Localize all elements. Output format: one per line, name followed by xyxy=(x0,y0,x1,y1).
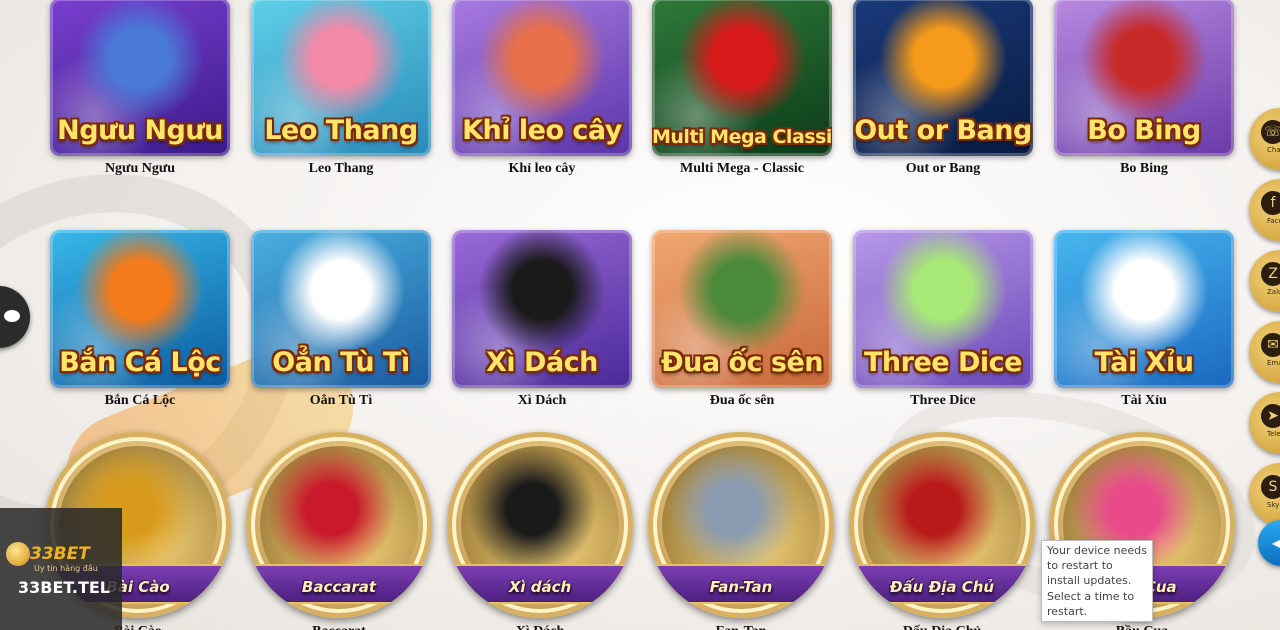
game-card[interactable]: Bắn Cá Lộc Bắn Cá Lộc xyxy=(50,230,230,411)
contact-email-button[interactable]: ✉ Email xyxy=(1249,321,1280,383)
telegram-icon: ➤ xyxy=(1261,404,1280,428)
contact-label: Chat xyxy=(1267,146,1280,154)
game-caption[interactable]: Tài Xỉu xyxy=(1054,393,1234,411)
contact-label: Skype xyxy=(1267,501,1280,509)
game-card[interactable]: Leo Thang Leo Thang xyxy=(251,0,431,179)
game-caption[interactable]: Đua ốc sên xyxy=(652,393,832,411)
game-card[interactable]: Oẳn Tù Tì Oẳn Tù Tì xyxy=(251,230,431,411)
game-thumbnail[interactable]: Three Dice xyxy=(853,230,1033,388)
logo-brand: 33BET xyxy=(30,544,90,564)
collapse-sidebar-button[interactable]: ◀ xyxy=(1258,520,1280,566)
game-title: Baccarat xyxy=(301,578,377,596)
game-title: Three Dice xyxy=(864,347,1022,378)
game-caption[interactable]: Fan-Tan xyxy=(648,624,834,630)
game-round-thumbnail[interactable]: Baccarat xyxy=(246,432,432,618)
site-logo: 33BET Uy tín hàng đầu 33BET.TEL xyxy=(0,508,122,630)
game-caption[interactable]: Khỉ leo cây xyxy=(452,161,632,179)
game-caption[interactable]: Đấu Địa Chủ xyxy=(849,624,1035,630)
contact-label: Zalo xyxy=(1267,288,1280,296)
game-thumbnail[interactable]: Ngưu Ngưu xyxy=(50,0,230,156)
game-caption[interactable]: Xì Dách xyxy=(452,393,632,411)
game-title: Bo Bing xyxy=(1087,115,1201,146)
game-caption[interactable]: Baccarat xyxy=(246,624,432,630)
game-title: Xì Dách xyxy=(486,347,598,378)
contact-chat-button[interactable]: ☏ Chat xyxy=(1249,108,1280,170)
game-title: Đua ốc sên xyxy=(660,347,824,378)
game-card[interactable]: Ngưu Ngưu Ngưu Ngưu xyxy=(50,0,230,179)
game-round-thumbnail[interactable]: Đấu Địa Chủ xyxy=(849,432,1035,618)
game-card[interactable]: Bo Bing Bo Bing xyxy=(1054,0,1234,179)
game-title: Bắn Cá Lộc xyxy=(59,347,221,378)
game-title: Tài Xỉu xyxy=(1094,347,1194,378)
notification-message: Your device needs to restart to install … xyxy=(1047,544,1147,587)
game-thumbnail[interactable]: Oẳn Tù Tì xyxy=(251,230,431,388)
contact-label: Email xyxy=(1267,359,1280,367)
facebook-icon: f xyxy=(1261,191,1280,215)
game-thumbnail[interactable]: Bắn Cá Lộc xyxy=(50,230,230,388)
game-caption[interactable]: Multi Mega - Classic xyxy=(652,161,832,179)
game-caption[interactable]: Ngưu Ngưu xyxy=(50,161,230,179)
game-caption[interactable]: Xì Dách xyxy=(447,624,633,630)
game-caption[interactable]: Leo Thang xyxy=(251,161,431,179)
game-thumbnail[interactable]: Xì Dách xyxy=(452,230,632,388)
game-title: Leo Thang xyxy=(264,115,418,146)
game-title: Khỉ leo cây xyxy=(462,115,622,146)
game-caption[interactable]: Bầu Cua xyxy=(1049,624,1235,630)
zalo-icon: Z xyxy=(1261,262,1280,286)
game-thumbnail[interactable]: Đua ốc sên xyxy=(652,230,832,388)
email-icon: ✉ xyxy=(1261,333,1280,357)
game-card[interactable]: Multi Mega Classic Multi Mega - Classic xyxy=(652,0,832,179)
game-title: Fan-Tan xyxy=(709,578,773,596)
game-thumbnail[interactable]: Khỉ leo cây xyxy=(452,0,632,156)
notification-action: Select a time to restart. xyxy=(1047,590,1135,618)
contact-telegram-button[interactable]: ➤ Telegram xyxy=(1249,392,1280,454)
contact-facebook-button[interactable]: f Facebook xyxy=(1249,179,1280,241)
game-card[interactable]: Khỉ leo cây Khỉ leo cây xyxy=(452,0,632,179)
game-card[interactable]: Đua ốc sên Đua ốc sên xyxy=(652,230,832,411)
contact-label: Facebook xyxy=(1267,217,1280,225)
game-card[interactable]: Xì Dách Xì Dách xyxy=(452,230,632,411)
skype-icon: S xyxy=(1261,475,1280,499)
logo-site: 33BET.TEL xyxy=(18,578,110,597)
game-card[interactable]: Tài Xỉu Tài Xỉu xyxy=(1054,230,1234,411)
game-card[interactable]: Out or Bang Out or Bang xyxy=(853,0,1033,179)
headset-icon: ☏ xyxy=(1261,120,1280,144)
game-caption[interactable]: Out or Bang xyxy=(853,161,1033,179)
coin-icon xyxy=(6,542,30,566)
contact-zalo-button[interactable]: Z Zalo xyxy=(1249,250,1280,312)
game-thumbnail[interactable]: Multi Mega Classic xyxy=(652,0,832,156)
game-card[interactable]: Three Dice Three Dice xyxy=(853,230,1033,411)
chat-bubble-icon xyxy=(4,310,20,322)
chevron-left-icon: ◀ xyxy=(1271,533,1280,552)
logo-tagline: Uy tín hàng đầu xyxy=(34,564,98,573)
game-title: Xì dách xyxy=(508,578,572,596)
game-round-thumbnail[interactable]: Xì dách xyxy=(447,432,633,618)
game-title: Multi Mega Classic xyxy=(652,126,832,148)
game-caption[interactable]: Bo Bing xyxy=(1054,161,1234,179)
game-title: Oẳn Tù Tì xyxy=(272,347,410,378)
game-caption[interactable]: Bắn Cá Lộc xyxy=(50,393,230,411)
game-title: Ngưu Ngưu xyxy=(57,115,223,146)
game-caption[interactable]: Three Dice xyxy=(853,393,1033,411)
contact-label: Telegram xyxy=(1267,430,1280,438)
game-thumbnail[interactable]: Tài Xỉu xyxy=(1054,230,1234,388)
update-notification[interactable]: Your device needs to restart to install … xyxy=(1041,540,1153,622)
game-thumbnail[interactable]: Leo Thang xyxy=(251,0,431,156)
game-caption[interactable]: Oẳn Tù Tì xyxy=(251,393,431,411)
game-title: Đấu Địa Chủ xyxy=(889,578,995,596)
game-title: Out or Bang xyxy=(854,115,1032,146)
game-round-thumbnail[interactable]: Fan-Tan xyxy=(648,432,834,618)
contact-skype-button[interactable]: S Skype xyxy=(1249,463,1280,525)
game-thumbnail[interactable]: Bo Bing xyxy=(1054,0,1234,156)
game-thumbnail[interactable]: Out or Bang xyxy=(853,0,1033,156)
